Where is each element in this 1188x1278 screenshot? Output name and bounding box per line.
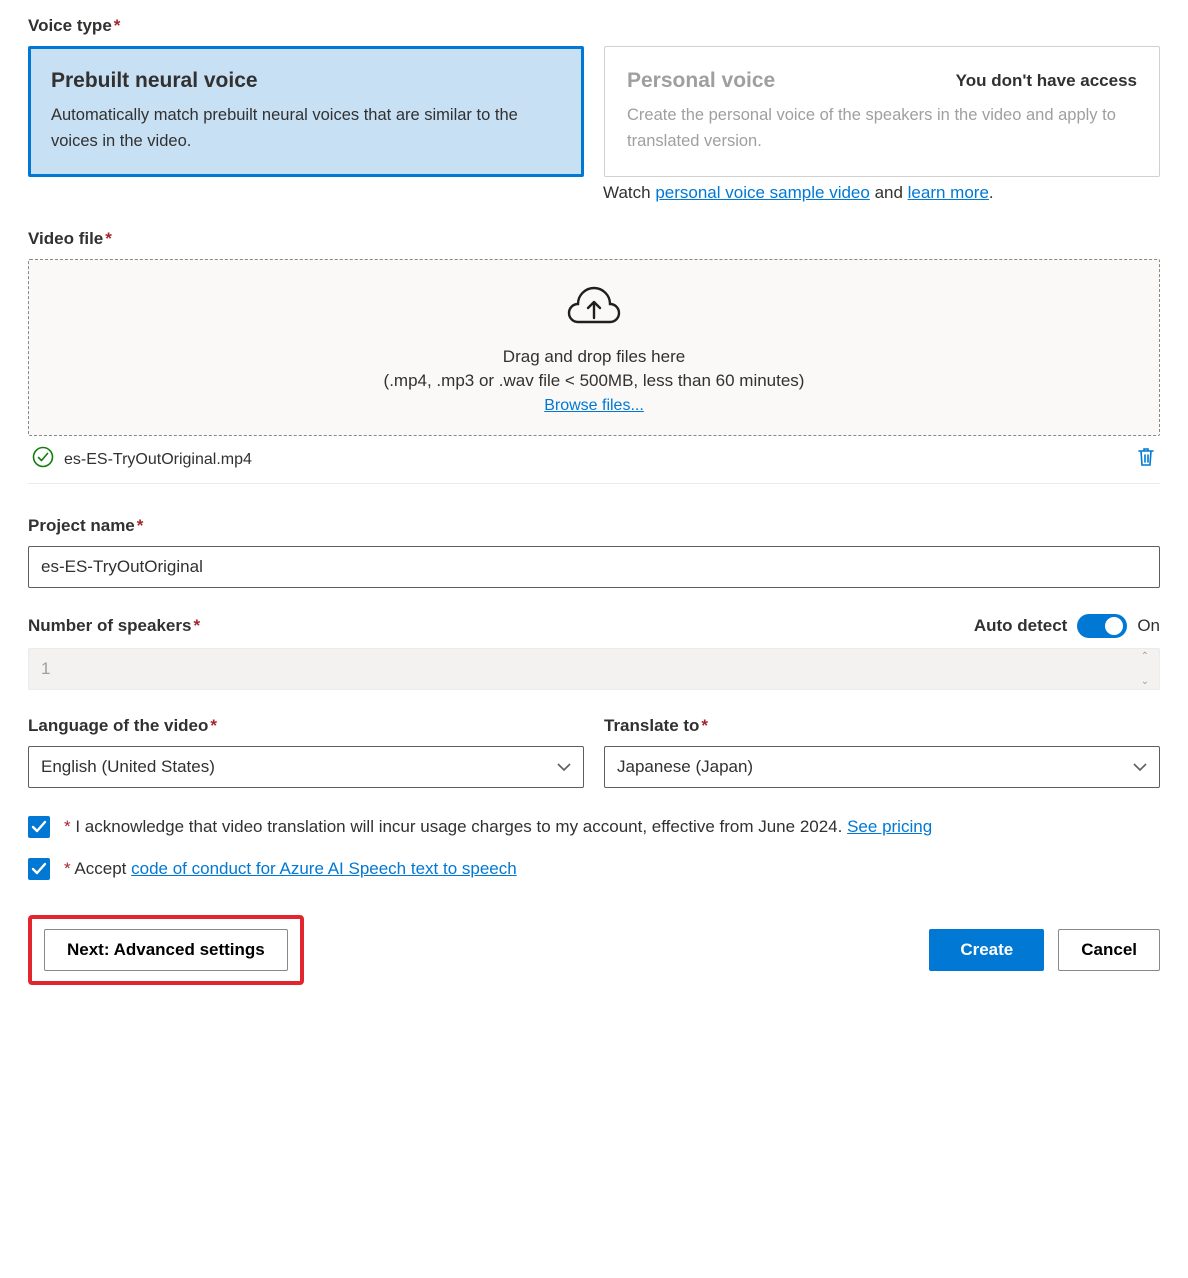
code-of-conduct-link[interactable]: code of conduct for Azure AI Speech text… <box>131 859 517 878</box>
personal-voice-note: Watch personal voice sample video and le… <box>603 183 1160 203</box>
upload-dropzone[interactable]: Drag and drop files here (.mp4, .mp3 or … <box>28 259 1160 436</box>
voice-card-personal[interactable]: You don't have access Personal voice Cre… <box>604 46 1160 177</box>
cancel-button[interactable]: Cancel <box>1058 929 1160 971</box>
delete-file-icon[interactable] <box>1136 446 1156 473</box>
chevron-down-icon <box>1133 757 1147 777</box>
spinner-arrows: ⌃ ⌄ <box>1136 651 1154 687</box>
ack-charges-checkbox[interactable] <box>28 816 50 838</box>
ack-charges-text: * I acknowledge that video translation w… <box>62 814 932 840</box>
speakers-count-input: 1 <box>28 648 1160 690</box>
target-lang-label: Translate to* <box>604 716 1160 736</box>
cloud-upload-icon <box>39 284 1149 333</box>
voice-card-prebuilt[interactable]: Prebuilt neural voice Automatically matc… <box>28 46 584 177</box>
next-button-highlight: Next: Advanced settings <box>28 915 304 985</box>
project-name-input[interactable] <box>28 546 1160 588</box>
dropzone-hint: (.mp4, .mp3 or .wav file < 500MB, less t… <box>39 371 1149 391</box>
success-check-icon <box>32 446 54 473</box>
chevron-down-icon <box>557 757 571 777</box>
target-lang-select[interactable]: Japanese (Japan) <box>604 746 1160 788</box>
ack-conduct-text: * Accept code of conduct for Azure AI Sp… <box>62 856 517 882</box>
auto-detect-toggle[interactable] <box>1077 614 1127 638</box>
uploaded-file-row: es-ES-TryOutOriginal.mp4 <box>28 436 1160 484</box>
target-lang-value: Japanese (Japan) <box>617 757 753 777</box>
sample-video-link[interactable]: personal voice sample video <box>655 183 870 202</box>
speakers-label: Number of speakers* <box>28 616 200 636</box>
project-name-label: Project name* <box>28 516 1160 536</box>
auto-detect-label: Auto detect <box>974 616 1068 636</box>
video-file-label: Video file* <box>28 229 1160 249</box>
chevron-up-icon: ⌃ <box>1136 651 1154 662</box>
create-button[interactable]: Create <box>929 929 1044 971</box>
prebuilt-desc: Automatically match prebuilt neural voic… <box>51 103 561 154</box>
browse-files-link[interactable]: Browse files... <box>544 397 644 414</box>
ack-conduct-checkbox[interactable] <box>28 858 50 880</box>
toggle-state-text: On <box>1137 616 1160 636</box>
chevron-down-icon: ⌄ <box>1136 676 1154 687</box>
dropzone-text: Drag and drop files here <box>39 347 1149 367</box>
source-lang-value: English (United States) <box>41 757 215 777</box>
uploaded-file-name: es-ES-TryOutOriginal.mp4 <box>64 451 1136 469</box>
next-advanced-button[interactable]: Next: Advanced settings <box>44 929 288 971</box>
source-lang-select[interactable]: English (United States) <box>28 746 584 788</box>
prebuilt-title: Prebuilt neural voice <box>51 69 561 93</box>
personal-access-badge: You don't have access <box>956 71 1137 91</box>
personal-desc: Create the personal voice of the speaker… <box>627 103 1137 154</box>
see-pricing-link[interactable]: See pricing <box>847 817 932 836</box>
learn-more-link[interactable]: learn more <box>908 183 989 202</box>
source-lang-label: Language of the video* <box>28 716 584 736</box>
voice-type-label: Voice type* <box>28 16 1160 36</box>
